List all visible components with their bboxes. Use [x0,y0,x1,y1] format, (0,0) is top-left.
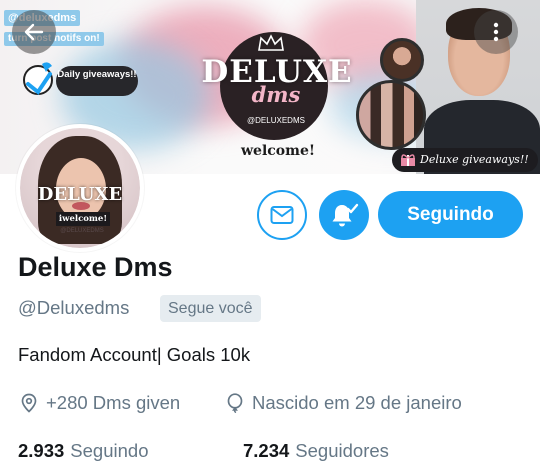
profile-location: +280 Dms given [20,392,180,414]
avatar-handle: @DELUXEDMS [60,228,104,234]
location-pin-icon [21,393,37,413]
birthday-text: Nascido em 29 de janeiro [252,392,462,413]
follows-you-badge: Segue você [160,295,261,322]
location-text: +280 Dms given [46,392,181,413]
following-button[interactable]: Seguindo [378,191,523,238]
followers-label: Seguidores [295,440,389,461]
profile-avatar[interactable]: DELUXE iwelcome! @DELUXEDMS [16,124,144,252]
followers-count-link[interactable]: 7.234 Seguidores [243,440,389,462]
crown-icon [258,34,284,51]
profile-bio: Fandom Account| Goals 10k [18,344,251,365]
more-options-button[interactable] [474,10,518,54]
back-button[interactable] [12,10,56,54]
banner-logo-script: dms [251,82,301,107]
avatar-title: DELUXE [37,184,123,205]
profile-name: Deluxe Dms [18,252,173,282]
notifications-button[interactable] [319,190,369,240]
banner-welcome: welcome! [240,143,315,159]
banner-mini-photo [380,38,424,82]
message-button[interactable] [257,190,307,240]
profile-handle: @Deluxedms [18,297,130,318]
following-label: Seguindo [70,440,149,461]
following-count: 2.933 [18,440,65,461]
bell-check-icon [332,203,359,227]
more-vertical-icon [493,22,499,42]
envelope-icon [270,206,294,224]
followers-count: 7.234 [243,440,290,461]
balloon-icon [227,393,243,413]
gift-icon [401,154,415,166]
avatar-welcome: iwelcome! [56,212,110,226]
following-count-link[interactable]: 2.933 Seguindo [18,440,148,462]
banner-group-photo [356,80,426,150]
bird-icon [23,62,53,95]
profile-birthday: Nascido em 29 de janeiro [226,392,462,414]
daily-giveaways-tag: Daily giveaways!! [56,66,138,96]
banner-logo-handle: @DELUXEDMS [247,116,305,125]
back-arrow-icon [24,23,44,41]
